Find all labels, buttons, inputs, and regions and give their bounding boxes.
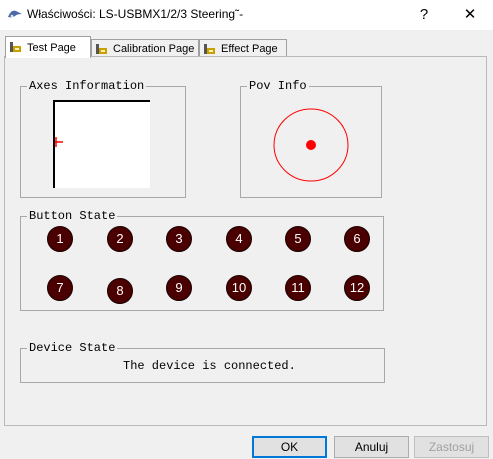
tab-page-icon bbox=[96, 44, 107, 54]
device-state-title: Device State bbox=[27, 341, 118, 355]
tab-label: Test Page bbox=[27, 42, 76, 54]
button-indicator-8: 8 bbox=[107, 278, 133, 304]
button-indicator-2: 2 bbox=[107, 226, 133, 252]
button-indicator-12: 12 bbox=[344, 275, 370, 301]
window-title: Właściwości: LS-USBMX1/2/3 Steering˜- bbox=[27, 7, 244, 21]
button-indicator-5: 5 bbox=[285, 226, 311, 252]
axis-position-marker bbox=[55, 137, 63, 147]
axes-group-title: Axes Information bbox=[27, 79, 147, 93]
button-indicator-11: 11 bbox=[285, 275, 311, 301]
tab-test-page[interactable]: Test Page bbox=[5, 36, 91, 58]
button-indicator-9: 9 bbox=[166, 275, 192, 301]
tab-label: Effect Page bbox=[221, 43, 278, 55]
button-indicator-7: 7 bbox=[47, 275, 73, 301]
pov-group-title: Pov Info bbox=[247, 79, 309, 93]
tab-page-icon bbox=[204, 44, 215, 54]
button-indicator-10: 10 bbox=[226, 275, 252, 301]
tab-label: Calibration Page bbox=[113, 43, 195, 55]
button-indicator-3: 3 bbox=[166, 226, 192, 252]
apply-button[interactable]: Zastosuj bbox=[414, 436, 489, 458]
button-state-title: Button State bbox=[27, 209, 118, 223]
cancel-button[interactable]: Anuluj bbox=[334, 436, 409, 458]
axes-display bbox=[53, 100, 150, 188]
ok-button[interactable]: OK bbox=[252, 436, 327, 458]
device-status-text: The device is connected. bbox=[123, 359, 296, 373]
pov-indicator bbox=[273, 108, 349, 182]
title-bar: Właściwości: LS-USBMX1/2/3 Steering˜- ? … bbox=[0, 0, 493, 30]
button-indicator-1: 1 bbox=[47, 226, 73, 252]
close-button[interactable]: ✕ bbox=[447, 0, 493, 30]
joystick-app-icon bbox=[8, 10, 22, 18]
button-state-group: Button State bbox=[20, 209, 384, 311]
help-button[interactable]: ? bbox=[401, 0, 447, 30]
tab-page-icon bbox=[10, 42, 21, 52]
button-indicator-6: 6 bbox=[344, 226, 370, 252]
button-indicator-4: 4 bbox=[226, 226, 252, 252]
